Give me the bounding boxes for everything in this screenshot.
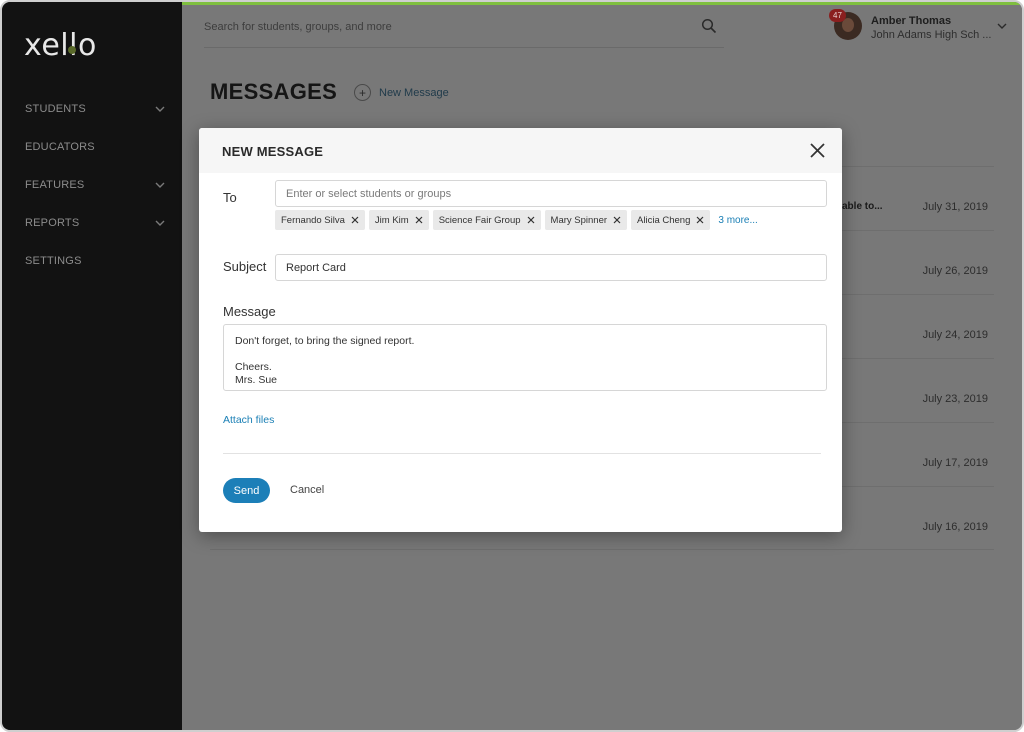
message-date: July 17, 2019 <box>922 457 988 469</box>
chip-label: Jim Kim <box>374 214 409 226</box>
sidebar-nav: STUDENTS EDUCATORS FEATURES REPORTS SETT… <box>2 90 182 280</box>
sidebar-item-label: REPORTS <box>25 217 80 229</box>
chevron-down-icon <box>155 106 165 112</box>
message-textarea[interactable]: Don't forget, to bring the signed report… <box>223 324 827 391</box>
dialog-title: NEW MESSAGE <box>222 144 324 159</box>
message-date: July 16, 2019 <box>922 521 988 533</box>
message-line: Don't forget, to bring the signed report… <box>235 335 415 347</box>
plus-icon: + <box>354 84 371 101</box>
app-logo[interactable]: xello <box>24 28 97 63</box>
chevron-down-icon[interactable] <box>996 20 1008 32</box>
sidebar-item-label: FEATURES <box>25 179 85 191</box>
recipient-chips: Fernando Silva Jim Kim Science Fair Grou… <box>275 210 758 230</box>
user-school: John Adams High Sch ... <box>871 29 992 41</box>
attach-files-link[interactable]: Attach files <box>223 414 274 426</box>
message-preview: able to... <box>842 201 883 212</box>
chevron-down-icon <box>155 182 165 188</box>
search-underline <box>204 47 724 48</box>
sidebar-item-settings[interactable]: SETTINGS <box>2 242 182 280</box>
new-message-label: New Message <box>379 86 449 99</box>
subject-label: Subject <box>223 259 267 274</box>
sidebar-item-reports[interactable]: REPORTS <box>2 204 182 242</box>
chip-label: Alicia Cheng <box>637 214 691 226</box>
message-date: July 31, 2019 <box>922 201 988 213</box>
recipient-chip: Science Fair Group <box>432 210 541 230</box>
logo-dot <box>68 46 76 54</box>
sidebar-item-label: STUDENTS <box>25 103 86 115</box>
new-message-button[interactable]: + New Message <box>354 84 449 101</box>
message-label: Message <box>223 304 276 319</box>
chip-label: Mary Spinner <box>550 214 608 226</box>
dialog-header: NEW MESSAGE <box>199 128 842 173</box>
top-accent-bar <box>182 2 1022 5</box>
chip-label: Science Fair Group <box>438 214 521 226</box>
new-message-dialog: NEW MESSAGE To Enter or select students … <box>199 128 842 532</box>
recipients-input[interactable]: Enter or select students or groups <box>275 180 827 207</box>
app-window: xello STUDENTS EDUCATORS FEATURES REPORT… <box>0 0 1024 732</box>
message-date: July 26, 2019 <box>922 265 988 277</box>
search-icon[interactable] <box>701 18 717 34</box>
to-label: To <box>223 190 237 205</box>
divider <box>223 453 821 454</box>
remove-chip-icon[interactable] <box>613 216 621 224</box>
cancel-button[interactable]: Cancel <box>290 484 324 496</box>
search-input[interactable]: Search for students, groups, and more <box>204 21 392 33</box>
message-line: Mrs. Sue <box>235 374 278 386</box>
sidebar: xello STUDENTS EDUCATORS FEATURES REPORT… <box>2 2 182 730</box>
recipient-chip: Mary Spinner <box>544 210 628 230</box>
sidebar-item-features[interactable]: FEATURES <box>2 166 182 204</box>
close-icon[interactable] <box>809 142 826 159</box>
remove-chip-icon[interactable] <box>696 216 704 224</box>
more-recipients-link[interactable]: 3 more... <box>718 215 757 226</box>
subject-field[interactable]: Report Card <box>275 254 827 281</box>
recipient-chip: Alicia Cheng <box>631 210 711 230</box>
send-button[interactable]: Send <box>223 478 270 503</box>
user-name[interactable]: Amber Thomas <box>871 15 951 27</box>
remove-chip-icon[interactable] <box>351 216 359 224</box>
recipient-chip: Jim Kim <box>368 210 429 230</box>
chip-label: Fernando Silva <box>281 214 345 226</box>
sidebar-item-students[interactable]: STUDENTS <box>2 90 182 128</box>
notification-badge: 47 <box>829 9 846 22</box>
message-date: July 24, 2019 <box>922 329 988 341</box>
sidebar-item-label: EDUCATORS <box>25 141 95 153</box>
sidebar-item-label: SETTINGS <box>25 255 82 267</box>
message-line: Cheers. <box>235 361 272 373</box>
remove-chip-icon[interactable] <box>527 216 535 224</box>
chevron-down-icon <box>155 220 165 226</box>
remove-chip-icon[interactable] <box>415 216 423 224</box>
message-line <box>235 348 815 361</box>
message-date: July 23, 2019 <box>922 393 988 405</box>
sidebar-item-educators[interactable]: EDUCATORS <box>2 128 182 166</box>
recipient-chip: Fernando Silva <box>275 210 365 230</box>
page-title: MESSAGES <box>210 79 338 104</box>
